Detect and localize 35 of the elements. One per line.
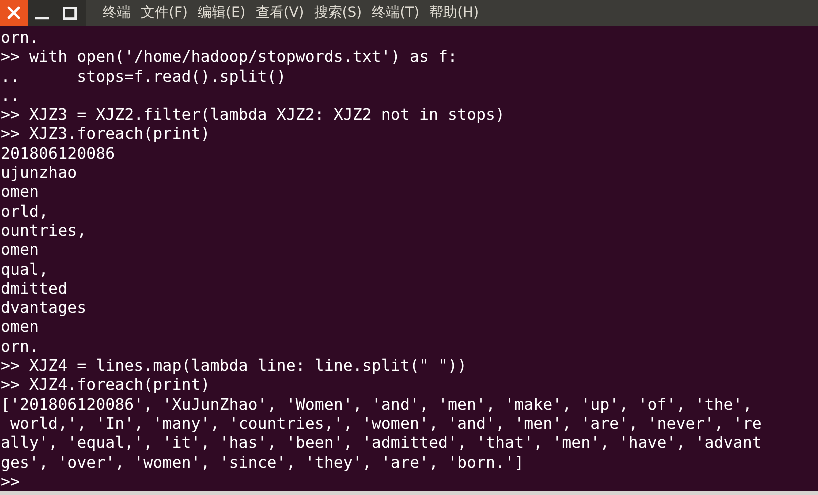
terminal-line: >> XJZ3.foreach(print) — [1, 124, 210, 144]
terminal-line: dvantages — [1, 298, 87, 318]
terminal-line: dmitted — [1, 278, 68, 298]
terminal-line: .. stops=f.read().split() — [1, 66, 286, 86]
terminal-line: orn. — [1, 336, 40, 356]
close-icon — [7, 6, 21, 20]
terminal-line: 201806120086 — [1, 144, 116, 163]
terminal-line: omen — [1, 240, 40, 260]
menu-item[interactable]: 文件(F) — [141, 4, 188, 22]
menu-item[interactable]: 终端(T) — [372, 4, 420, 22]
terminal-line: >> XJZ4 = lines.map(lambda line: line.split(" ")) — [1, 356, 468, 376]
terminal-line: ['201806120086', 'XuJunZhao', 'Women', 'and', 'men', 'make', 'up', 'of', 'the', — [1, 394, 752, 414]
terminal-line: ujunzhao — [1, 163, 78, 182]
terminal-line: >> with open('/home/hadoop/stopwords.txt') as f: — [1, 47, 458, 66]
terminal-line: .. — [1, 86, 20, 105]
terminal-line: >> — [1, 472, 20, 491]
terminal-line: orld, — [1, 202, 49, 221]
minimize-icon — [35, 17, 49, 20]
close-button[interactable] — [0, 0, 28, 26]
menu-item[interactable]: 终端 — [103, 4, 131, 22]
menu-item[interactable]: 编辑(E) — [198, 4, 246, 22]
terminal-line: ges', 'over', 'women', 'since', 'they', 'are', 'born.'] — [1, 452, 524, 472]
menu-item[interactable]: 搜索(S) — [314, 4, 362, 22]
terminal-line: omen — [1, 317, 40, 336]
maximize-icon — [63, 6, 77, 20]
menu-item[interactable]: 查看(V) — [256, 4, 304, 22]
menu-item[interactable]: 帮助(H) — [430, 4, 480, 22]
terminal-line: ountries, — [1, 220, 87, 240]
terminal-line: >> XJZ4.foreach(print) — [1, 375, 210, 394]
terminal-line: qual, — [1, 260, 49, 279]
terminal-line: omen — [1, 182, 40, 202]
terminal-line: ally', 'equal,', 'it', 'has', 'been', 'admitted', 'that', 'men', 'have', 'advant — [1, 433, 762, 452]
terminal-line: orn. — [1, 28, 40, 47]
terminal-line: >> XJZ3 = XJZ2.filter(lambda XJZ2: XJZ2 not in stops) — [1, 105, 506, 124]
terminal-line: world,', 'In', 'many', 'countries,', 'women', 'and', 'men', 'are', 'never', 're — [10, 414, 762, 433]
